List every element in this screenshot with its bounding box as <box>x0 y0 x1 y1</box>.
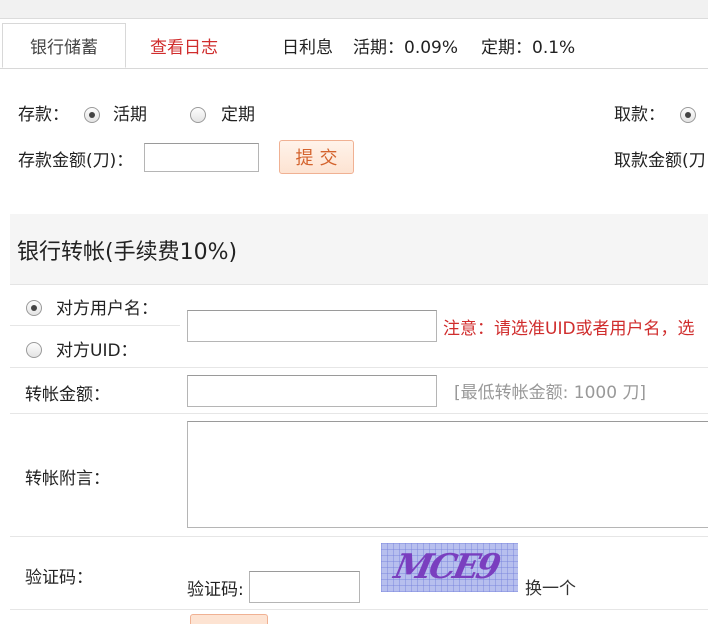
recipient-input[interactable] <box>187 310 437 342</box>
min-transfer-note: [最低转帐金额: 1000 刀] <box>454 383 647 403</box>
tab-view-log[interactable]: 查看日志 <box>150 33 218 58</box>
recipient-warning-note: 注意：请选准UID或者用户名，选 <box>443 319 695 339</box>
captcha-input-label: 验证码: <box>187 580 244 600</box>
recipient-username-label: 对方用户名： <box>56 299 158 319</box>
tab-bar: 银行储蓄 查看日志 日利息 活期：0.09% 定期：0.1% <box>0 18 708 69</box>
deposit-amount-label: 存款金额(刀)： <box>18 151 134 171</box>
interest-label: 日利息 <box>282 38 333 58</box>
interest-current-rate: 活期：0.09% <box>353 38 459 58</box>
divider <box>10 325 180 326</box>
recipient-username-radio[interactable] <box>26 300 42 316</box>
recipient-uid-radio[interactable] <box>26 342 42 358</box>
captcha-image[interactable]: MCE9 <box>381 543 518 592</box>
deposit-amount-input[interactable] <box>144 143 259 172</box>
transfer-amount-input[interactable] <box>187 375 437 407</box>
transfer-submit-button[interactable] <box>190 614 268 624</box>
divider <box>10 367 708 368</box>
divider <box>10 609 708 610</box>
divider <box>10 413 708 414</box>
deposit-current-label: 活期 <box>113 105 147 125</box>
transfer-message-label: 转帐附言： <box>25 469 110 489</box>
withdraw-amount-label: 取款金额(刀 <box>614 151 706 171</box>
recipient-uid-label: 对方UID： <box>56 341 138 361</box>
withdraw-current-radio[interactable] <box>680 107 696 123</box>
transfer-message-textarea[interactable] <box>187 421 708 528</box>
deposit-label: 存款： <box>18 105 69 125</box>
interest-fixed-rate: 定期：0.1% <box>481 38 576 58</box>
top-strip <box>0 0 708 19</box>
tab-bank-savings[interactable]: 银行储蓄 <box>2 23 126 68</box>
transfer-section-title: 银行转帐(手续费10%) <box>17 240 238 265</box>
captcha-image-text: MCE9 <box>390 547 502 587</box>
deposit-fixed-label: 定期 <box>221 105 255 125</box>
divider <box>10 536 708 537</box>
deposit-fixed-radio[interactable] <box>190 107 206 123</box>
captcha-refresh-link[interactable]: 换一个 <box>525 574 576 599</box>
transfer-amount-label: 转帐金额： <box>25 385 110 405</box>
deposit-current-radio[interactable] <box>84 107 100 123</box>
captcha-row-label: 验证码： <box>25 568 93 588</box>
captcha-input[interactable] <box>249 571 360 603</box>
withdraw-label: 取款： <box>614 105 665 125</box>
deposit-submit-button[interactable]: 提交 <box>279 140 354 174</box>
